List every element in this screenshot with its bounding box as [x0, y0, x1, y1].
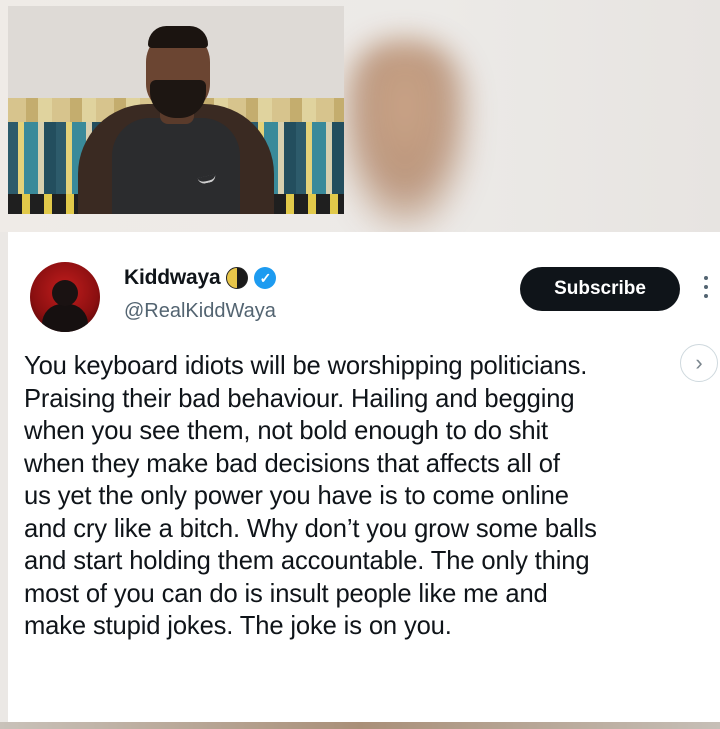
tweet-card: Kiddwaya ✓ @RealKiddWaya Subscribe › You…	[8, 232, 720, 722]
blurred-background-figure	[340, 40, 470, 230]
author-name[interactable]: Kiddwaya	[124, 266, 221, 290]
moon-emoji-icon	[226, 267, 249, 289]
author-handle[interactable]: @RealKiddWaya	[124, 300, 276, 323]
tweet-text: You keyboard idiots will be worshipping …	[24, 352, 597, 640]
black-tank-top	[112, 118, 240, 214]
man-photo	[8, 6, 344, 214]
author-name-row: Kiddwaya ✓	[124, 266, 277, 290]
subscribe-button[interactable]: Subscribe	[520, 267, 680, 311]
bottom-strip	[0, 722, 720, 729]
avatar[interactable]	[30, 262, 100, 332]
verified-badge-icon[interactable]: ✓	[254, 267, 277, 289]
more-options-icon[interactable]	[704, 276, 710, 298]
header-photo-area	[0, 0, 720, 232]
